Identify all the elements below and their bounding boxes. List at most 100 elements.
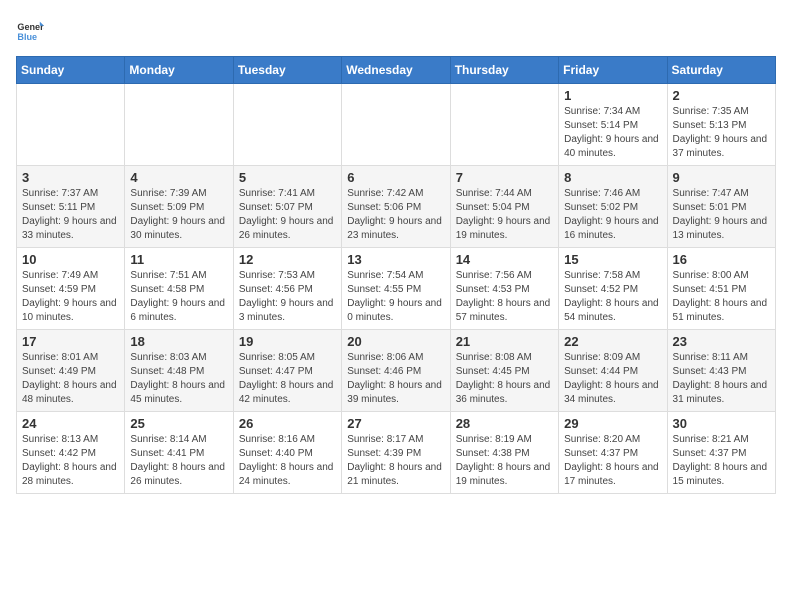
week-row-2: 10 Sunrise: 7:49 AM Sunset: 4:59 PM Dayli…: [17, 248, 776, 330]
calendar-cell: 14Sunrise: 7:56 AM Sunset: 4:53 PM Dayli…: [450, 248, 558, 330]
day-number: 7: [456, 170, 553, 185]
day-info: Sunrise: 8:16 AM Sunset: 4:40 PM Dayligh…: [239, 433, 336, 489]
calendar-cell: [17, 84, 125, 166]
calendar-cell: 15 Sunrise: 7:58 AM Sunset: 4:52 PM Dayli…: [559, 248, 667, 330]
calendar-cell: 19 Sunrise: 8:05 AM Sunset: 4:47 PM Dayli…: [233, 330, 341, 412]
day-number: 16: [673, 252, 770, 267]
day-info: Sunrise: 7:41 AM Sunset: 5:07 PM Dayligh…: [239, 187, 336, 243]
day-number: 4: [130, 170, 227, 185]
calendar-cell: 30 Sunrise: 8:21 AM Sunset: 4:37 PM Dayli…: [667, 412, 775, 494]
day-info: Sunrise: 7:46 AM Sunset: 5:02 PM Dayligh…: [564, 187, 661, 243]
day-header-thursday: Thursday: [450, 57, 558, 84]
day-number: 12: [239, 252, 336, 267]
day-number: 28: [456, 416, 553, 431]
day-info: Sunrise: 7:51 AM Sunset: 4:58 PM Dayligh…: [130, 269, 227, 325]
day-info: Sunrise: 7:49 AM Sunset: 4:59 PM Dayligh…: [22, 269, 119, 325]
calendar-cell: 1Sunrise: 7:34 AM Sunset: 5:14 PM Daylig…: [559, 84, 667, 166]
calendar-cell: 29 Sunrise: 8:20 AM Sunset: 4:37 PM Dayli…: [559, 412, 667, 494]
calendar-cell: 4 Sunrise: 7:39 AM Sunset: 5:09 PM Daylig…: [125, 166, 233, 248]
calendar-cell: [233, 84, 341, 166]
calendar-cell: 2Sunrise: 7:35 AM Sunset: 5:13 PM Daylig…: [667, 84, 775, 166]
calendar-cell: 24 Sunrise: 8:13 AM Sunset: 4:42 PM Dayli…: [17, 412, 125, 494]
day-number: 29: [564, 416, 661, 431]
day-header-tuesday: Tuesday: [233, 57, 341, 84]
day-number: 21: [456, 334, 553, 349]
day-info: Sunrise: 7:39 AM Sunset: 5:09 PM Dayligh…: [130, 187, 227, 243]
day-number: 22: [564, 334, 661, 349]
calendar-cell: 23 Sunrise: 8:11 AM Sunset: 4:43 PM Dayli…: [667, 330, 775, 412]
day-number: 18: [130, 334, 227, 349]
calendar-cell: 17Sunrise: 8:01 AM Sunset: 4:49 PM Dayli…: [17, 330, 125, 412]
day-number: 3: [22, 170, 119, 185]
calendar-cell: 12 Sunrise: 7:53 AM Sunset: 4:56 PM Dayli…: [233, 248, 341, 330]
calendar-cell: 28 Sunrise: 8:19 AM Sunset: 4:38 PM Dayli…: [450, 412, 558, 494]
svg-text:Blue: Blue: [17, 32, 37, 42]
day-number: 27: [347, 416, 444, 431]
calendar-cell: 22 Sunrise: 8:09 AM Sunset: 4:44 PM Dayli…: [559, 330, 667, 412]
day-number: 23: [673, 334, 770, 349]
calendar-table: SundayMondayTuesdayWednesdayThursdayFrid…: [16, 56, 776, 494]
day-header-saturday: Saturday: [667, 57, 775, 84]
logo-icon: General Blue: [16, 16, 44, 44]
day-info: Sunrise: 7:58 AM Sunset: 4:52 PM Dayligh…: [564, 269, 661, 325]
day-info: Sunrise: 8:11 AM Sunset: 4:43 PM Dayligh…: [673, 351, 770, 407]
day-info: Sunrise: 8:08 AM Sunset: 4:45 PM Dayligh…: [456, 351, 553, 407]
day-info: Sunrise: 8:09 AM Sunset: 4:44 PM Dayligh…: [564, 351, 661, 407]
calendar-cell: [342, 84, 450, 166]
day-number: 13: [347, 252, 444, 267]
day-number: 19: [239, 334, 336, 349]
calendar-cell: 3 Sunrise: 7:37 AM Sunset: 5:11 PM Daylig…: [17, 166, 125, 248]
day-info: Sunrise: 8:13 AM Sunset: 4:42 PM Dayligh…: [22, 433, 119, 489]
day-header-wednesday: Wednesday: [342, 57, 450, 84]
day-number: 30: [673, 416, 770, 431]
calendar-cell: 10 Sunrise: 7:49 AM Sunset: 4:59 PM Dayli…: [17, 248, 125, 330]
day-info: Sunrise: 8:14 AM Sunset: 4:41 PM Dayligh…: [130, 433, 227, 489]
calendar-cell: 7 Sunrise: 7:44 AM Sunset: 5:04 PM Daylig…: [450, 166, 558, 248]
header-row: SundayMondayTuesdayWednesdayThursdayFrid…: [17, 57, 776, 84]
calendar-cell: 25 Sunrise: 8:14 AM Sunset: 4:41 PM Dayli…: [125, 412, 233, 494]
calendar-cell: 18 Sunrise: 8:03 AM Sunset: 4:48 PM Dayli…: [125, 330, 233, 412]
calendar-cell: 9Sunrise: 7:47 AM Sunset: 5:01 PM Daylig…: [667, 166, 775, 248]
day-number: 26: [239, 416, 336, 431]
calendar-cell: 6Sunrise: 7:42 AM Sunset: 5:06 PM Daylig…: [342, 166, 450, 248]
day-info: Sunrise: 8:19 AM Sunset: 4:38 PM Dayligh…: [456, 433, 553, 489]
day-info: Sunrise: 8:03 AM Sunset: 4:48 PM Dayligh…: [130, 351, 227, 407]
calendar-cell: 5Sunrise: 7:41 AM Sunset: 5:07 PM Daylig…: [233, 166, 341, 248]
calendar-cell: 16 Sunrise: 8:00 AM Sunset: 4:51 PM Dayli…: [667, 248, 775, 330]
day-number: 11: [130, 252, 227, 267]
calendar-cell: [450, 84, 558, 166]
day-number: 17: [22, 334, 119, 349]
day-info: Sunrise: 8:05 AM Sunset: 4:47 PM Dayligh…: [239, 351, 336, 407]
logo: General Blue: [16, 16, 48, 44]
day-number: 20: [347, 334, 444, 349]
calendar-cell: 26 Sunrise: 8:16 AM Sunset: 4:40 PM Dayli…: [233, 412, 341, 494]
day-info: Sunrise: 7:44 AM Sunset: 5:04 PM Dayligh…: [456, 187, 553, 243]
day-number: 24: [22, 416, 119, 431]
calendar-cell: 27Sunrise: 8:17 AM Sunset: 4:39 PM Dayli…: [342, 412, 450, 494]
day-info: Sunrise: 7:34 AM Sunset: 5:14 PM Dayligh…: [564, 105, 661, 161]
day-info: Sunrise: 8:20 AM Sunset: 4:37 PM Dayligh…: [564, 433, 661, 489]
day-info: Sunrise: 7:47 AM Sunset: 5:01 PM Dayligh…: [673, 187, 770, 243]
day-info: Sunrise: 7:37 AM Sunset: 5:11 PM Dayligh…: [22, 187, 119, 243]
calendar-cell: 8 Sunrise: 7:46 AM Sunset: 5:02 PM Daylig…: [559, 166, 667, 248]
day-info: Sunrise: 7:35 AM Sunset: 5:13 PM Dayligh…: [673, 105, 770, 161]
day-number: 14: [456, 252, 553, 267]
day-info: Sunrise: 8:06 AM Sunset: 4:46 PM Dayligh…: [347, 351, 444, 407]
week-row-4: 24 Sunrise: 8:13 AM Sunset: 4:42 PM Dayli…: [17, 412, 776, 494]
day-info: Sunrise: 7:54 AM Sunset: 4:55 PM Dayligh…: [347, 269, 444, 325]
header: General Blue: [16, 16, 776, 44]
day-info: Sunrise: 8:21 AM Sunset: 4:37 PM Dayligh…: [673, 433, 770, 489]
calendar-cell: 11 Sunrise: 7:51 AM Sunset: 4:58 PM Dayli…: [125, 248, 233, 330]
week-row-3: 17Sunrise: 8:01 AM Sunset: 4:49 PM Dayli…: [17, 330, 776, 412]
day-number: 25: [130, 416, 227, 431]
calendar-cell: 13 Sunrise: 7:54 AM Sunset: 4:55 PM Dayli…: [342, 248, 450, 330]
day-info: Sunrise: 8:00 AM Sunset: 4:51 PM Dayligh…: [673, 269, 770, 325]
day-info: Sunrise: 7:53 AM Sunset: 4:56 PM Dayligh…: [239, 269, 336, 325]
day-number: 15: [564, 252, 661, 267]
day-header-friday: Friday: [559, 57, 667, 84]
day-header-sunday: Sunday: [17, 57, 125, 84]
calendar-cell: [125, 84, 233, 166]
day-number: 10: [22, 252, 119, 267]
day-number: 8: [564, 170, 661, 185]
day-number: 6: [347, 170, 444, 185]
